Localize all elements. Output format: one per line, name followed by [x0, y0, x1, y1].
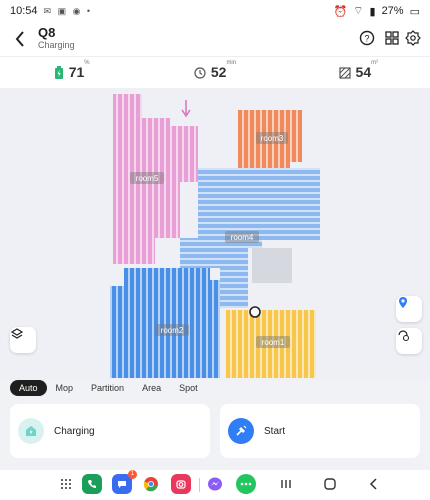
- system-nav-bar: 1: [0, 470, 430, 500]
- battery-unit: %: [84, 59, 90, 66]
- battery-stat: 71%: [0, 57, 143, 88]
- room4-label: room4: [231, 233, 254, 242]
- phone-icon: [88, 480, 96, 488]
- refresh-camera-icon: [398, 330, 409, 341]
- floor-map: room5 room3 room4 room2 room1: [110, 94, 320, 378]
- home-button[interactable]: [320, 474, 340, 494]
- battery-value: 71: [68, 63, 85, 80]
- phone-app[interactable]: [82, 474, 102, 494]
- messenger-app[interactable]: [205, 474, 225, 494]
- map-edit-button[interactable]: [396, 328, 422, 354]
- area-unit: m²: [371, 59, 379, 66]
- time-stat: 52min: [143, 57, 286, 88]
- chat-bubble-icon: [118, 481, 126, 488]
- room1-label: room1: [262, 338, 285, 347]
- room3-label: room3: [261, 134, 284, 143]
- app-drawer-button[interactable]: [56, 474, 76, 494]
- status-bar: 10:54 ✉ ▣ ◉ • ⏰ ⌔ ▮ 27% ▭: [0, 0, 430, 22]
- room2-area[interactable]: [110, 268, 220, 378]
- mode-tab-auto[interactable]: Auto: [10, 380, 47, 396]
- status-time: 10:54: [10, 5, 38, 17]
- page-title: Q8: [38, 25, 56, 40]
- grid-button[interactable]: [382, 28, 402, 48]
- grid-icon: [385, 31, 399, 45]
- more-dots-icon: [240, 482, 252, 486]
- apps-grid-icon: [61, 479, 71, 489]
- room2-label: room2: [161, 326, 184, 335]
- battery-icon: ▭: [409, 5, 420, 18]
- start-icon-wrap: [228, 418, 254, 444]
- time-unit: min: [226, 59, 237, 66]
- area-value: 54: [355, 63, 372, 80]
- help-button[interactable]: ?: [357, 28, 377, 48]
- charging-card[interactable]: Charging: [10, 404, 210, 458]
- robot-marker: [249, 306, 261, 318]
- clean-start-icon: [236, 425, 247, 436]
- recent-apps-button[interactable]: [276, 474, 296, 494]
- mode-tab-area[interactable]: Area: [133, 380, 170, 396]
- dock-divider: [199, 478, 200, 492]
- messenger-icon: [208, 477, 222, 491]
- chevron-left-icon: [15, 31, 24, 47]
- charging-icon-wrap: [18, 418, 44, 444]
- layers-icon: [10, 328, 24, 339]
- stats-bar: 71% 52min 54m²: [0, 56, 430, 88]
- home-icon: [324, 478, 336, 490]
- status-right: ⏰ ⌔ ▮ 27% ▭: [333, 4, 420, 18]
- nav-back-icon: [369, 478, 377, 490]
- gear-icon: [405, 30, 421, 46]
- camera-icon: [176, 480, 186, 489]
- svg-text:?: ?: [364, 34, 369, 44]
- locate-robot-button[interactable]: [396, 296, 422, 322]
- app-header: Q8 Charging ?: [0, 22, 430, 56]
- dock-charging-icon: [26, 426, 36, 436]
- area-stat: 54m²: [287, 57, 430, 88]
- camera-app[interactable]: [171, 474, 191, 494]
- location-pin-icon: [399, 297, 407, 308]
- messages-app[interactable]: 1: [112, 470, 137, 494]
- settings-button[interactable]: [403, 28, 423, 48]
- chrome-app[interactable]: [141, 474, 161, 494]
- recents-icon: [281, 480, 291, 488]
- mode-tabs: Auto Mop Partition Area Spot: [10, 379, 207, 397]
- time-value: 52: [210, 63, 227, 80]
- room5-label: room5: [136, 174, 159, 183]
- area-icon: [338, 66, 351, 79]
- page-subtitle: Charging: [38, 40, 75, 50]
- notification-icons: ✉ ▣ ◉ •: [43, 5, 93, 16]
- mode-tab-spot[interactable]: Spot: [170, 380, 207, 396]
- side-room-area: [252, 248, 292, 283]
- battery-text: 27%: [381, 5, 404, 17]
- battery-charging-icon: [54, 65, 63, 79]
- clock-icon: [194, 66, 206, 79]
- back-button[interactable]: [10, 27, 30, 51]
- mode-tab-partition[interactable]: Partition: [82, 380, 133, 396]
- nav-back-button[interactable]: [364, 474, 384, 494]
- help-icon: ?: [359, 30, 375, 46]
- mode-tab-mop[interactable]: Mop: [47, 380, 83, 396]
- chrome-icon: [143, 477, 158, 492]
- alarm-icon: ⏰: [333, 5, 348, 18]
- start-card[interactable]: Start: [220, 404, 420, 458]
- start-label: Start: [264, 425, 286, 437]
- map-layers-button[interactable]: [10, 327, 36, 353]
- cleaning-map[interactable]: room5 room3 room4 room2 room1: [0, 88, 430, 380]
- wifi-icon: ⌔: [353, 5, 364, 17]
- signal-icon: ▮: [369, 5, 376, 18]
- dock-marker: [181, 100, 191, 118]
- chat-app[interactable]: [236, 474, 256, 494]
- charging-label: Charging: [54, 425, 95, 437]
- messages-badge: 1: [128, 470, 137, 479]
